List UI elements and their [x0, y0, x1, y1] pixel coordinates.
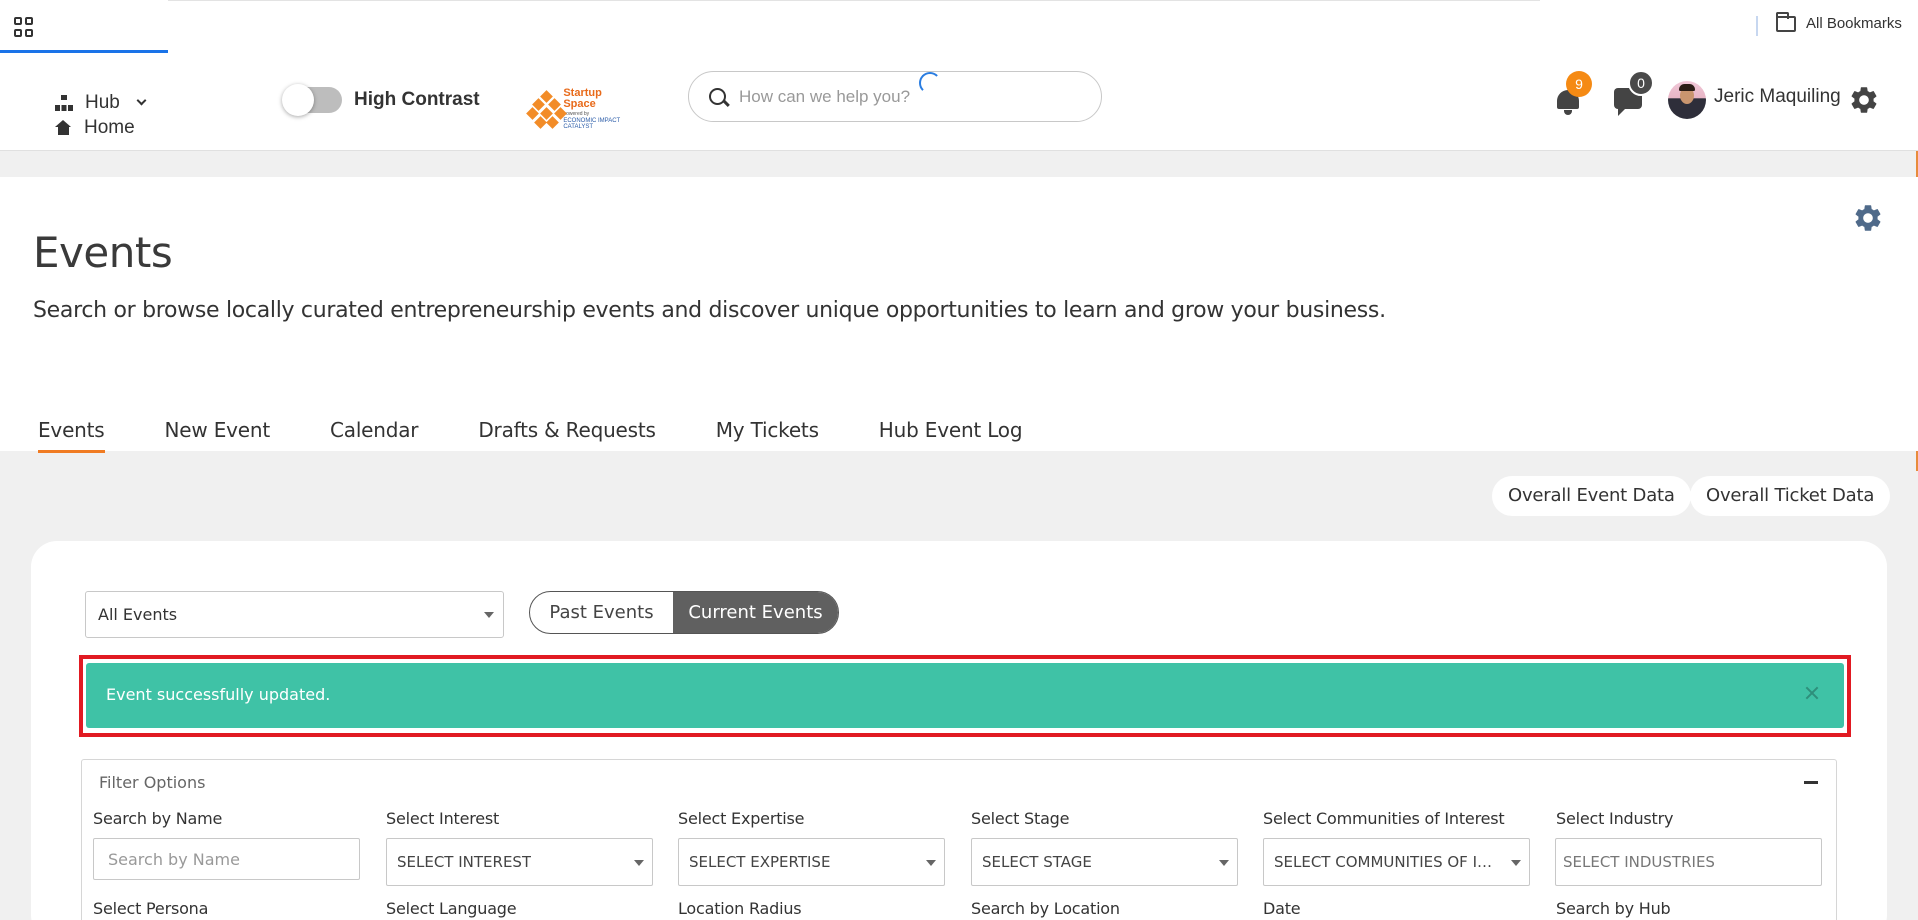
- chevron-down-icon: [136, 95, 147, 106]
- caret-down-icon: [634, 860, 644, 866]
- toggle-knob: [282, 84, 314, 116]
- select-communities-label: Select Communities of Interest: [1263, 809, 1505, 828]
- home-label: Home: [84, 116, 135, 138]
- select-stage-label: Select Stage: [971, 809, 1070, 828]
- select-interest-value: SELECT INTEREST: [397, 853, 532, 871]
- page-title: Events: [33, 228, 173, 277]
- search-by-location-label: Search by Location: [971, 899, 1120, 918]
- select-persona-label: Select Persona: [93, 899, 209, 918]
- tab-hub-event-log[interactable]: Hub Event Log: [879, 418, 1023, 453]
- page-settings-gear-icon[interactable]: [1852, 202, 1884, 234]
- overall-event-data-button[interactable]: Overall Event Data: [1492, 476, 1691, 516]
- tab-new-event[interactable]: New Event: [165, 418, 271, 453]
- bookmarks-divider: [1756, 16, 1758, 36]
- home-icon: [55, 120, 72, 135]
- all-bookmarks-label: All Bookmarks: [1806, 15, 1902, 32]
- caret-down-icon: [926, 860, 936, 866]
- select-expertise-dropdown[interactable]: SELECT EXPERTISE: [678, 838, 945, 886]
- app-header: Hub Home High Contrast Startup Space pow…: [0, 54, 1918, 151]
- hub-nav: Hub Home: [55, 90, 147, 140]
- user-name[interactable]: Jeric Maquiling: [1714, 86, 1841, 108]
- select-expertise-label: Select Expertise: [678, 809, 805, 828]
- startup-space-logo[interactable]: Startup Space powered by ECONOMIC IMPACT…: [526, 87, 636, 131]
- loading-spinner-icon: [919, 72, 941, 94]
- home-link[interactable]: Home: [55, 115, 145, 140]
- hub-label: Hub: [85, 91, 120, 113]
- logo-name: Startup Space: [563, 87, 602, 110]
- location-radius-label: Location Radius: [678, 899, 802, 918]
- search-by-hub-label: Search by Hub: [1556, 899, 1671, 918]
- avatar[interactable]: [1668, 81, 1706, 119]
- apps-grid-icon[interactable]: [14, 17, 34, 37]
- collapse-minus-icon[interactable]: [1804, 781, 1818, 784]
- select-industries-multiselect[interactable]: SELECT INDUSTRIES: [1555, 838, 1822, 886]
- caret-down-icon: [484, 612, 494, 618]
- logo-text: Startup Space powered by ECONOMIC IMPACT…: [563, 87, 636, 131]
- select-industries-value: SELECT INDUSTRIES: [1563, 853, 1715, 871]
- select-expertise-value: SELECT EXPERTISE: [689, 853, 831, 871]
- select-industry-label: Select Industry: [1556, 809, 1674, 828]
- global-search: [688, 71, 1102, 122]
- select-communities-value: SELECT COMMUNITIES OF INTEREST: [1274, 853, 1502, 871]
- current-events-button[interactable]: Current Events: [673, 592, 838, 633]
- high-contrast-label: High Contrast: [354, 89, 480, 110]
- logo-partner: ECONOMIC IMPACT CATALYST: [563, 118, 621, 130]
- select-communities-dropdown[interactable]: SELECT COMMUNITIES OF INTEREST: [1263, 838, 1530, 886]
- high-contrast-control: High Contrast: [282, 84, 480, 116]
- events-tabs: Events New Event Calendar Drafts & Reque…: [38, 418, 1082, 453]
- search-input[interactable]: [739, 84, 1079, 110]
- logo-powered-by: powered by: [563, 111, 590, 117]
- events-type-select[interactable]: All Events: [85, 591, 504, 638]
- tab-calendar[interactable]: Calendar: [330, 418, 419, 453]
- success-alert: Event successfully updated.: [86, 663, 1844, 728]
- select-language-label: Select Language: [386, 899, 517, 918]
- caret-down-icon: [1511, 860, 1521, 866]
- hub-dropdown[interactable]: Hub: [55, 90, 147, 115]
- events-time-toggle: Past Events Current Events: [529, 591, 839, 634]
- notifications-badge: 9: [1566, 71, 1592, 97]
- events-type-value: All Events: [98, 605, 178, 624]
- tab-my-tickets[interactable]: My Tickets: [716, 418, 819, 453]
- overall-ticket-data-button[interactable]: Overall Ticket Data: [1690, 476, 1891, 516]
- select-stage-dropdown[interactable]: SELECT STAGE: [971, 838, 1238, 886]
- logo-mark-icon: [526, 90, 567, 129]
- tab-events[interactable]: Events: [38, 418, 105, 453]
- select-stage-value: SELECT STAGE: [982, 853, 1092, 871]
- past-events-button[interactable]: Past Events: [530, 592, 673, 633]
- tab-drafts-requests[interactable]: Drafts & Requests: [478, 418, 656, 453]
- sitemap-icon: [55, 94, 73, 111]
- filter-options-title: Filter Options: [99, 773, 206, 792]
- date-label: Date: [1263, 899, 1301, 918]
- settings-gear-icon[interactable]: [1848, 84, 1880, 116]
- search-by-name-input[interactable]: [93, 838, 360, 880]
- close-icon[interactable]: [1804, 685, 1820, 701]
- all-bookmarks-button[interactable]: All Bookmarks: [1776, 11, 1902, 32]
- select-interest-label: Select Interest: [386, 809, 500, 828]
- page-subtitle: Search or browse locally curated entrepr…: [33, 298, 1386, 323]
- search-icon[interactable]: [709, 88, 726, 105]
- select-interest-dropdown[interactable]: SELECT INTEREST: [386, 838, 653, 886]
- browser-bookmarks-bar: All Bookmarks: [0, 0, 1918, 54]
- alert-message: Event successfully updated.: [106, 685, 331, 704]
- tab-strip-line: [168, 0, 1540, 1]
- folder-icon: [1776, 11, 1796, 32]
- high-contrast-toggle[interactable]: [282, 84, 342, 116]
- search-by-name-label: Search by Name: [93, 809, 223, 828]
- caret-down-icon: [1219, 860, 1229, 866]
- messages-badge: 0: [1628, 70, 1654, 96]
- active-tab-indicator: [0, 50, 168, 53]
